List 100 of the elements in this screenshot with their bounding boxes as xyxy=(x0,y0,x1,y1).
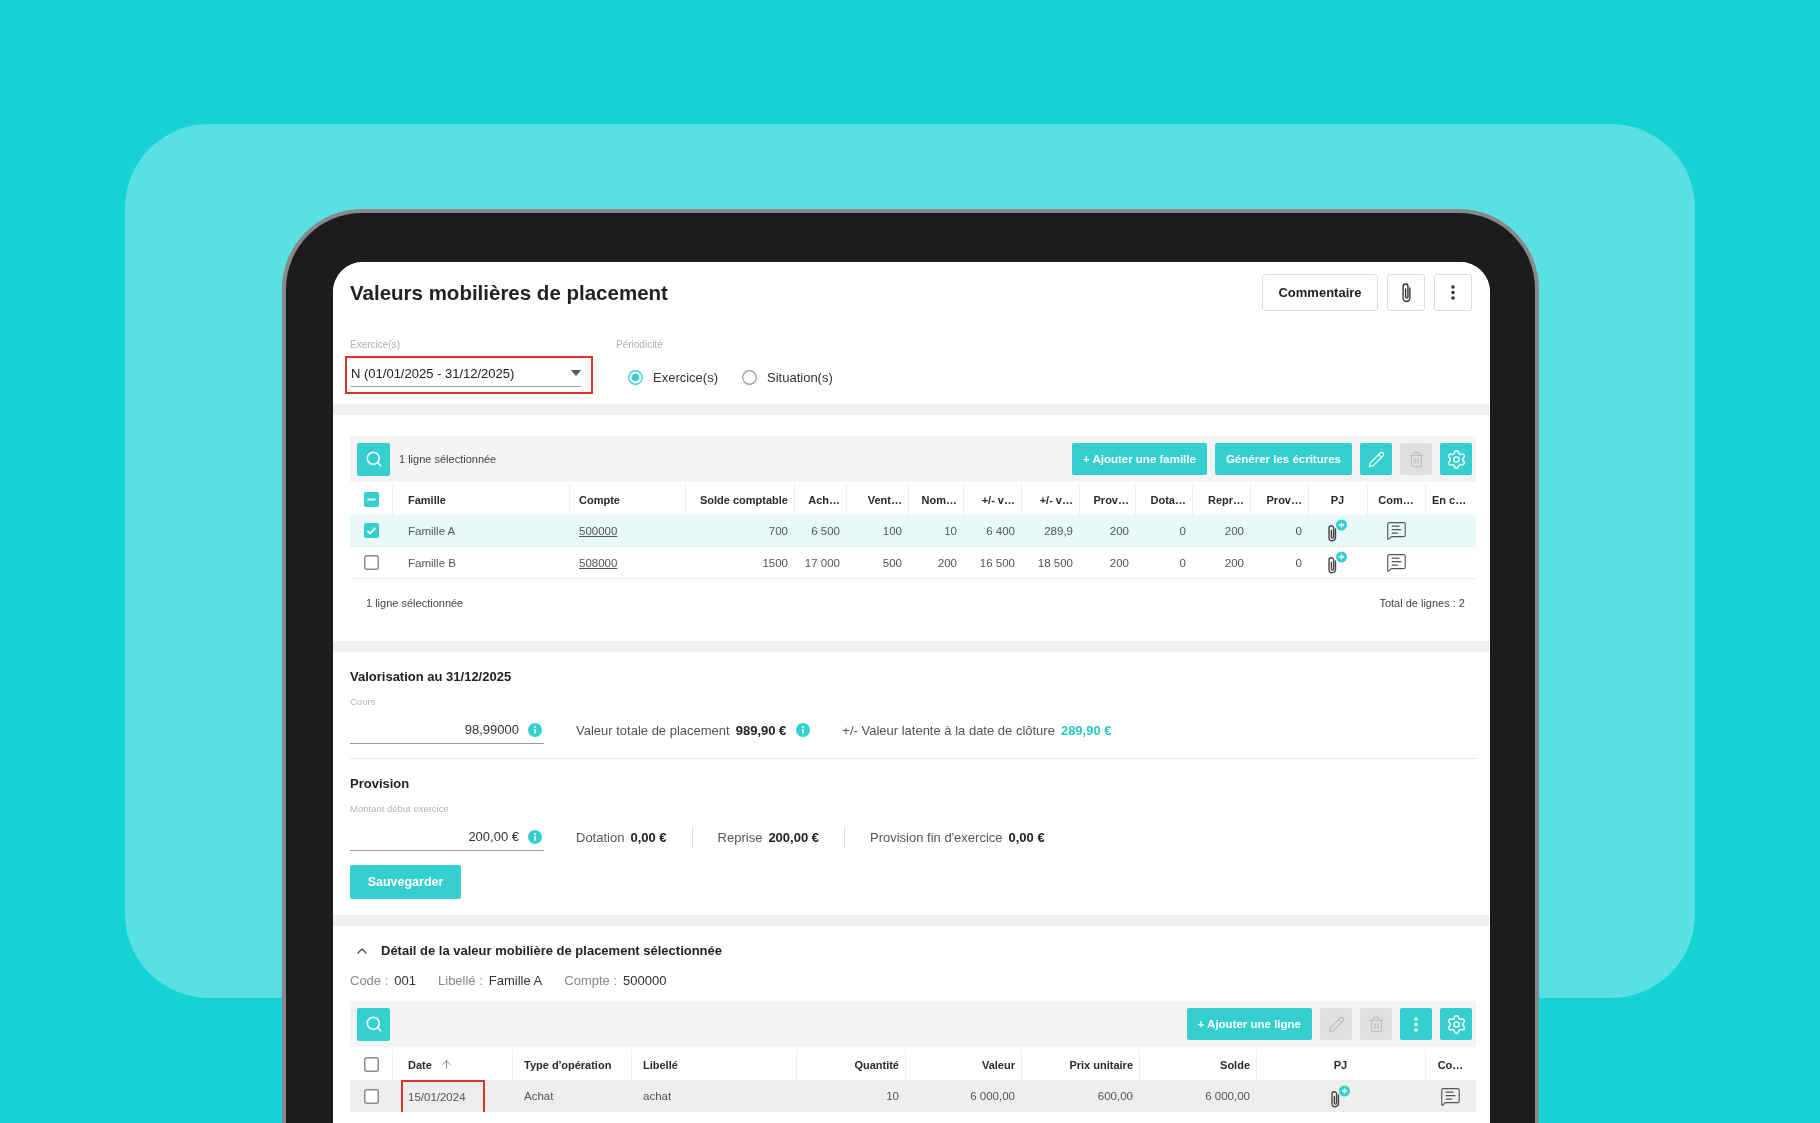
caret-icon xyxy=(571,370,581,376)
comment-icon[interactable] xyxy=(1385,552,1407,573)
column-header[interactable]: Valeur xyxy=(905,1049,1021,1080)
table-cell-text: 200 xyxy=(1223,523,1245,539)
table-cell-text: achat xyxy=(642,1089,673,1104)
column-header[interactable]: Libellé xyxy=(631,1049,796,1080)
section-title: Valorisation au 31/12/2025 xyxy=(350,669,513,685)
edit-button[interactable] xyxy=(1360,443,1392,475)
section-title: Provision xyxy=(350,776,411,792)
radio-option[interactable]: Exercice(s) xyxy=(628,370,718,385)
table-cell-text: 17 000 xyxy=(803,555,841,571)
field-label: Montant début exercice xyxy=(350,803,449,815)
table-row[interactable]: Famille A 500000 700 6 500 100 10 6 400 289,9 200 0 200 0 xyxy=(350,515,1476,547)
comment-icon[interactable] xyxy=(1385,520,1407,541)
search-button[interactable] xyxy=(357,442,390,476)
column-header[interactable]: Repr… xyxy=(1192,484,1250,515)
column-header[interactable]: En c… xyxy=(1425,484,1476,515)
meta-value: Famille A xyxy=(488,973,543,988)
more-button[interactable] xyxy=(1434,274,1472,311)
column-header[interactable]: Famille xyxy=(392,484,569,515)
table-cell-text: 10 xyxy=(885,1089,900,1104)
settings-icon xyxy=(1445,448,1467,470)
column-header[interactable]: Prix unitaire xyxy=(1021,1049,1139,1080)
figure-label: +/- Valeur latente à la date de clôture xyxy=(842,722,1055,738)
account-link[interactable]: 500000 xyxy=(579,524,618,537)
column-header[interactable]: +/- v… xyxy=(963,484,1021,515)
table-cell-text: 0 xyxy=(1178,523,1187,539)
settings-button[interactable] xyxy=(1440,443,1472,475)
paperclip-plus-icon[interactable] xyxy=(1327,519,1348,542)
settings-button[interactable] xyxy=(1440,1008,1472,1040)
column-header[interactable]: Compte xyxy=(569,484,685,515)
paperclip-plus-icon[interactable] xyxy=(1330,1084,1351,1108)
table-cell-text: 6 000,00 xyxy=(969,1089,1016,1104)
table-cell-text: 6 000,00 xyxy=(1204,1089,1251,1104)
table-cell-text: 700 xyxy=(767,523,789,539)
trash-icon xyxy=(1407,450,1425,468)
figure-value: 0,00 € xyxy=(630,829,667,845)
settings-icon xyxy=(1445,1013,1467,1035)
table-cell-text: 0 xyxy=(1294,523,1303,539)
column-header[interactable]: Prov… xyxy=(1250,484,1308,515)
table-cell-text: Famille A xyxy=(407,523,457,539)
comment-icon[interactable] xyxy=(1440,1085,1461,1107)
table-cell-text: 10 xyxy=(943,523,958,539)
figure-value: 0,00 € xyxy=(1008,829,1045,845)
column-header[interactable]: Vent… xyxy=(846,484,908,515)
row-total: Total de lignes : 2 xyxy=(1379,597,1465,609)
column-header[interactable]: Com… xyxy=(1367,484,1425,515)
attach-button[interactable] xyxy=(1387,274,1425,311)
table-cell-text: 1500 xyxy=(761,555,789,571)
radio-option[interactable]: Situation(s) xyxy=(742,370,833,385)
table-cell-text: 18 500 xyxy=(1036,555,1074,571)
table-cell-text: 600,00 xyxy=(1096,1089,1134,1104)
selection-count: 1 ligne sélectionnée xyxy=(399,453,497,465)
search-button[interactable] xyxy=(357,1007,390,1041)
table-row[interactable]: 15/01/2024 Achat achat 10 6 000,00 600,00 6 000,00 xyxy=(350,1080,1476,1112)
select-field[interactable]: N (01/01/2025 - 31/12/2025) xyxy=(345,356,593,394)
column-header[interactable]: Ach… xyxy=(794,484,846,515)
checkbox[interactable] xyxy=(363,492,379,507)
column-header[interactable]: Solde comptable xyxy=(685,484,794,515)
input-field[interactable]: 200,00 € xyxy=(350,823,544,851)
selection-count: 1 ligne sélectionnée xyxy=(366,597,464,609)
figure-value: 289,90 € xyxy=(1060,722,1112,738)
figure-label: Provision fin d'exercice xyxy=(870,829,1003,845)
column-header[interactable]: Type d'opération xyxy=(512,1049,631,1080)
figure-value: 200,00 € xyxy=(768,829,819,845)
table-cell-text: 500 xyxy=(881,555,903,571)
search-icon xyxy=(364,1015,383,1033)
info-icon[interactable] xyxy=(528,829,542,844)
comment-button[interactable]: Commentaire xyxy=(1262,274,1378,311)
checkbox[interactable] xyxy=(363,1057,379,1072)
meta-label: Libellé : xyxy=(438,973,483,988)
account-link[interactable]: 508000 xyxy=(579,556,618,569)
pencil-icon xyxy=(1367,450,1385,468)
pencil-icon xyxy=(1327,1015,1345,1033)
info-icon[interactable] xyxy=(796,723,811,737)
column-header[interactable]: Date xyxy=(392,1049,512,1080)
table-cell-text: Achat xyxy=(523,1089,555,1104)
paperclip-plus-icon[interactable] xyxy=(1327,551,1348,574)
column-header[interactable]: Solde xyxy=(1139,1049,1256,1080)
column-header[interactable]: Co… xyxy=(1425,1049,1476,1080)
column-header[interactable]: PJ xyxy=(1256,1049,1425,1080)
table-cell: 15/01/2024 xyxy=(401,1080,485,1112)
checkbox[interactable] xyxy=(363,555,379,570)
more-button[interactable] xyxy=(1400,1008,1432,1040)
column-header[interactable]: +/- v… xyxy=(1021,484,1079,515)
column-header[interactable]: Prov… xyxy=(1079,484,1135,515)
column-header[interactable]: Nom… xyxy=(908,484,963,515)
info-icon[interactable] xyxy=(528,722,542,737)
checkbox[interactable] xyxy=(363,523,379,538)
table-cell-text: 0 xyxy=(1178,555,1187,571)
column-header[interactable]: PJ xyxy=(1308,484,1367,515)
table-cell-text: 289,9 xyxy=(1043,523,1074,539)
column-header[interactable]: Quantité xyxy=(796,1049,905,1080)
table-cell-text: 100 xyxy=(881,523,903,539)
column-header[interactable]: Dota… xyxy=(1135,484,1192,515)
field-label: Exercice(s) xyxy=(350,339,400,351)
checkbox[interactable] xyxy=(363,1088,379,1104)
table-cell-text: 200 xyxy=(1108,523,1130,539)
input-field[interactable]: 98,99000 xyxy=(350,716,544,744)
meta-label: Compte : xyxy=(564,973,618,988)
